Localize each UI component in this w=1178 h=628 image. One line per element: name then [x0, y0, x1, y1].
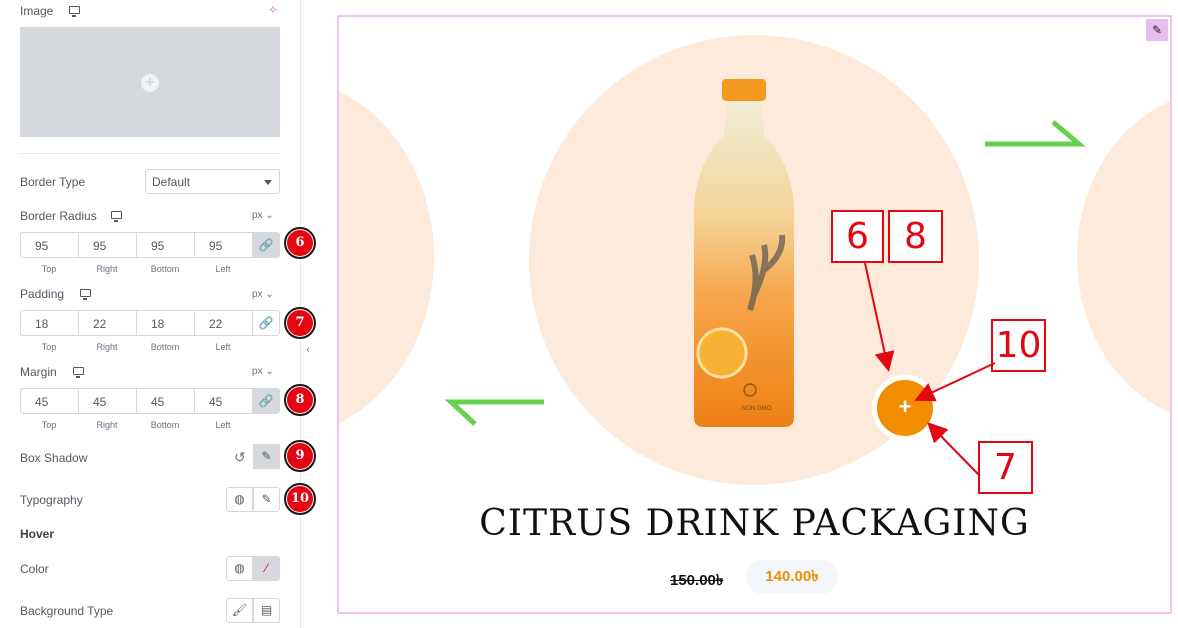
- annotation-arrows: [864, 262, 996, 477]
